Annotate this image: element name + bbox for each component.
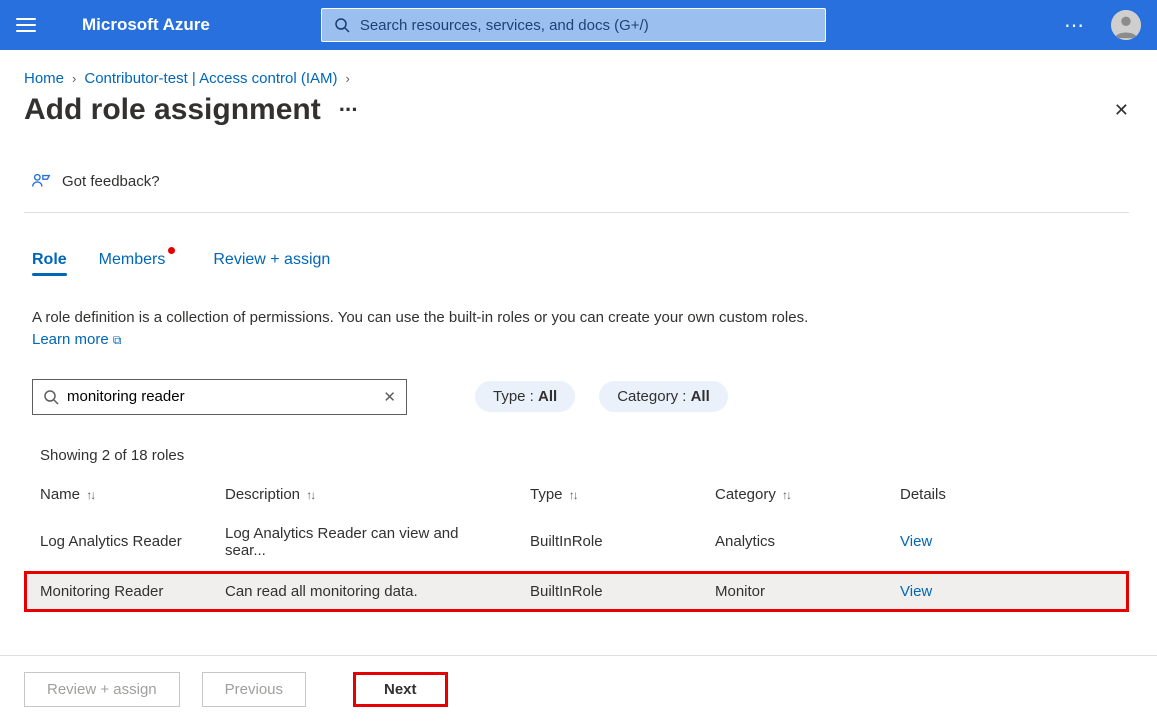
filter-type-value: All xyxy=(538,388,557,405)
global-search[interactable] xyxy=(321,8,826,42)
filter-type-label: Type : xyxy=(493,388,538,405)
page-title-row: Add role assignment ··· ✕ xyxy=(0,87,1157,137)
global-search-input[interactable] xyxy=(360,17,813,34)
tab-role-label: Role xyxy=(32,251,67,268)
learn-more-link[interactable]: Learn more ⧉ xyxy=(32,331,121,348)
view-link[interactable]: View xyxy=(900,583,932,600)
view-link[interactable]: View xyxy=(900,533,932,550)
attention-dot-icon xyxy=(168,247,175,254)
footer-bar: Review + assign Previous Next xyxy=(0,655,1157,723)
feedback-label: Got feedback? xyxy=(62,173,160,190)
col-type-header[interactable]: Type ↑↓ xyxy=(514,476,699,513)
cell-type: BuiltInRole xyxy=(514,513,699,571)
cell-category: Analytics xyxy=(699,513,884,571)
cell-desc: Log Analytics Reader can view and sear..… xyxy=(209,513,514,571)
tab-review-label: Review + assign xyxy=(213,251,330,268)
cell-name: Monitoring Reader xyxy=(24,571,209,612)
user-avatar[interactable] xyxy=(1111,10,1141,40)
close-button[interactable]: ✕ xyxy=(1110,96,1133,125)
divider xyxy=(24,212,1129,213)
col-desc-header[interactable]: Description ↑↓ xyxy=(209,476,514,513)
chevron-right-icon: › xyxy=(72,71,76,86)
cell-category: Monitor xyxy=(699,571,884,612)
filter-category-value: All xyxy=(691,388,710,405)
sort-icon: ↑↓ xyxy=(86,488,94,502)
next-button[interactable]: Next xyxy=(353,672,448,707)
tab-members[interactable]: Members xyxy=(99,251,166,275)
cell-type: BuiltInRole xyxy=(514,571,699,612)
chevron-right-icon: › xyxy=(346,71,350,86)
table-row[interactable]: Log Analytics ReaderLog Analytics Reader… xyxy=(24,513,1129,571)
filter-category-pill[interactable]: Category : All xyxy=(599,381,728,412)
role-search-box[interactable]: ✕ xyxy=(32,379,407,415)
main-content: Got feedback? Role Members Review + assi… xyxy=(24,160,1147,649)
role-search-input[interactable] xyxy=(67,388,375,405)
sort-icon: ↑↓ xyxy=(569,488,577,502)
external-link-icon: ⧉ xyxy=(113,333,122,347)
clear-search-icon[interactable]: ✕ xyxy=(383,388,396,406)
cell-details: View xyxy=(884,513,1129,571)
breadcrumb: Home › Contributor-test | Access control… xyxy=(0,50,1157,87)
avatar-icon xyxy=(1111,10,1141,40)
filter-type-pill[interactable]: Type : All xyxy=(475,381,575,412)
cell-desc: Can read all monitoring data. xyxy=(209,571,514,612)
col-category-header[interactable]: Category ↑↓ xyxy=(699,476,884,513)
role-desc-body: A role definition is a collection of per… xyxy=(32,309,808,326)
feedback-icon xyxy=(30,170,52,192)
global-header: Microsoft Azure ⋯ xyxy=(0,0,1157,50)
tab-role[interactable]: Role xyxy=(32,251,67,275)
result-count: Showing 2 of 18 roles xyxy=(40,447,1113,464)
cell-details: View xyxy=(884,571,1129,612)
sort-icon: ↑↓ xyxy=(782,488,790,502)
role-description-text: A role definition is a collection of per… xyxy=(32,307,812,351)
search-icon xyxy=(43,389,59,405)
previous-button[interactable]: Previous xyxy=(202,672,306,707)
filter-row: ✕ Type : All Category : All xyxy=(32,379,1121,415)
review-assign-button[interactable]: Review + assign xyxy=(24,672,180,707)
hamburger-menu-icon[interactable] xyxy=(16,15,36,35)
feedback-link[interactable]: Got feedback? xyxy=(24,160,1129,212)
breadcrumb-home[interactable]: Home xyxy=(24,70,64,87)
roles-table: Name ↑↓ Description ↑↓ Type ↑↓ Category … xyxy=(24,476,1129,612)
tab-members-label: Members xyxy=(99,251,166,268)
search-icon xyxy=(334,17,350,33)
sort-icon: ↑↓ xyxy=(306,488,314,502)
breadcrumb-path[interactable]: Contributor-test | Access control (IAM) xyxy=(84,70,337,87)
tabs: Role Members Review + assign xyxy=(32,251,1121,275)
cell-name: Log Analytics Reader xyxy=(24,513,209,571)
page-title: Add role assignment xyxy=(24,93,321,127)
tab-review-assign[interactable]: Review + assign xyxy=(213,251,330,275)
table-row[interactable]: Monitoring ReaderCan read all monitoring… xyxy=(24,571,1129,612)
col-details-header: Details xyxy=(884,476,1129,513)
brand-label: Microsoft Azure xyxy=(82,15,210,35)
filter-category-label: Category : xyxy=(617,388,690,405)
col-name-header[interactable]: Name ↑↓ xyxy=(24,476,209,513)
header-more-button[interactable]: ⋯ xyxy=(1064,13,1085,38)
